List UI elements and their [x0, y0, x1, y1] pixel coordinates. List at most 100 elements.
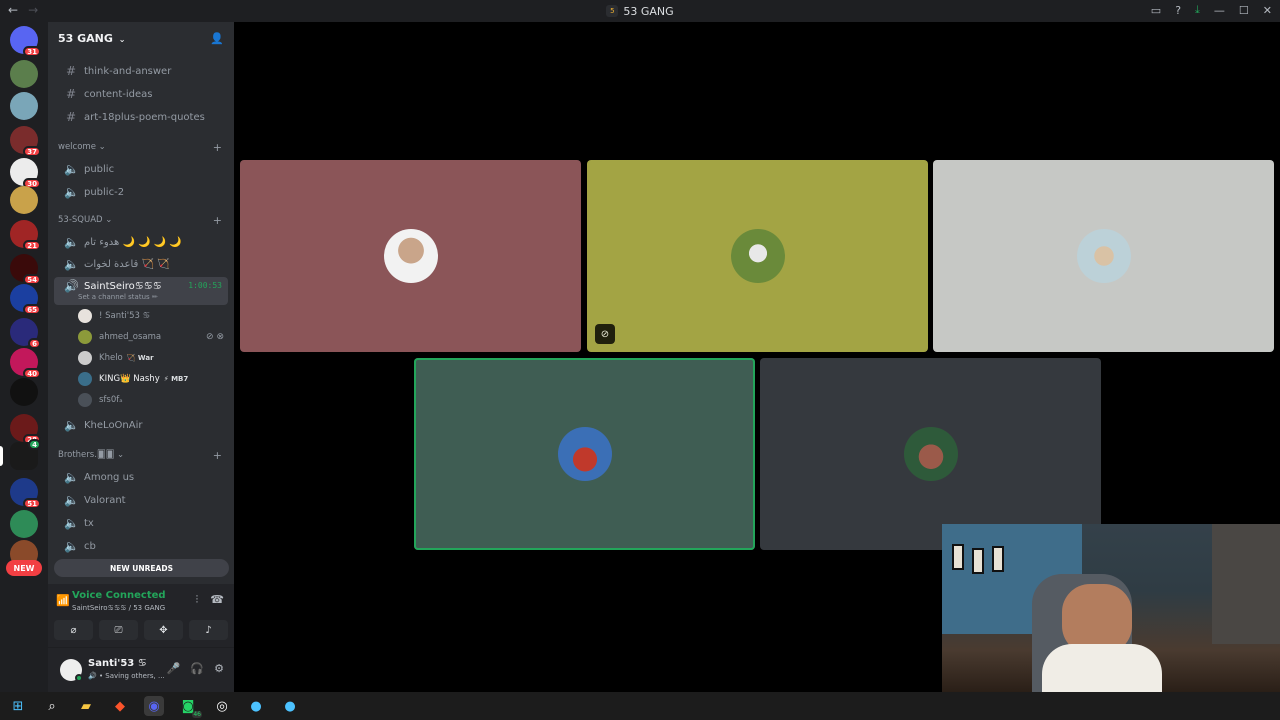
add-channel-icon[interactable]: + — [213, 141, 222, 154]
server-icon[interactable]: 65 — [10, 284, 41, 315]
close-icon[interactable]: ✕ — [1263, 4, 1272, 17]
channel-status[interactable]: Set a channel status ✏ — [64, 293, 224, 301]
inbox-icon[interactable]: ▭ — [1151, 4, 1161, 17]
channel-think-and-answer[interactable]: # think-and-answer — [54, 60, 228, 82]
discord-taskbar-icon[interactable]: ◉ — [144, 696, 164, 716]
channel-cb[interactable]: 🔈 cb — [54, 535, 228, 557]
settings-gear-icon[interactable]: ⚙ — [214, 662, 224, 675]
muted-deafened-icon: ⊘ ⊗ — [206, 331, 224, 342]
invite-people-icon[interactable]: 👤 — [210, 32, 224, 45]
user-name[interactable]: Santi'53 ♋ — [88, 658, 147, 669]
app-icon[interactable]: ● — [246, 696, 266, 716]
server-icon[interactable] — [10, 378, 38, 406]
server-name: 53 GANG — [58, 31, 113, 45]
file-explorer-icon[interactable]: ▰ — [76, 696, 96, 716]
channel-valorant[interactable]: 🔈 Valorant — [54, 489, 228, 511]
voice-user[interactable]: KING👑 Nashy ⚡ MB7 — [48, 368, 234, 389]
activities-button[interactable]: ✥ — [144, 620, 183, 640]
voice-user[interactable]: Khelo 🏹 War — [48, 347, 234, 368]
forward-arrow-icon[interactable]: → — [28, 3, 38, 17]
help-icon[interactable]: ? — [1175, 4, 1181, 17]
streamer-shirt — [1042, 644, 1162, 692]
search-icon[interactable]: ⌕ — [42, 696, 62, 716]
channel-among-us[interactable]: 🔈 Among us — [54, 466, 228, 488]
server-icon[interactable]: 37 — [10, 126, 41, 157]
participant-tile[interactable] — [933, 160, 1274, 352]
soundboard-button[interactable]: ♪ — [189, 620, 228, 640]
user-status: 🔊 • Saving others, ... — [88, 672, 165, 680]
channel-kheloonair[interactable]: 🔈 KheLoOnAir — [54, 414, 228, 436]
voice-buttons: ⌀ ⎚ ✥ ♪ — [54, 620, 228, 640]
participant-tile[interactable]: ⊘ — [587, 160, 928, 352]
server-icon[interactable]: 54 — [10, 254, 41, 285]
disconnect-icon[interactable]: ☎ — [210, 593, 224, 607]
server-icon[interactable] — [10, 510, 38, 538]
server-icon[interactable] — [10, 92, 38, 120]
minimize-icon[interactable]: — — [1214, 4, 1225, 17]
server-icon[interactable]: 40 — [10, 348, 41, 379]
voice-user[interactable]: ahmed_osama ⊘ ⊗ — [48, 326, 234, 347]
noise-suppression-icon[interactable]: ⫶ — [196, 593, 199, 607]
avatar — [383, 229, 438, 283]
microphone-icon[interactable]: 🎤 — [167, 662, 181, 675]
obs-icon[interactable]: ◎ — [212, 696, 232, 716]
add-channel-icon[interactable]: + — [213, 214, 222, 227]
add-channel-icon[interactable]: + — [213, 449, 222, 462]
category-welcome[interactable]: welcome ⌄ + — [48, 136, 234, 158]
maximize-icon[interactable]: ☐ — [1239, 4, 1249, 17]
channel-public[interactable]: 🔈 public — [54, 158, 228, 180]
category-brothers[interactable]: Brothers.🂠🂠 ⌄ + — [48, 444, 234, 466]
server-icon[interactable]: 28 — [10, 414, 41, 445]
back-arrow-icon[interactable]: ← — [8, 3, 18, 17]
participant-tile[interactable] — [240, 160, 581, 352]
avatar — [78, 371, 92, 386]
participant-tile[interactable] — [760, 358, 1101, 550]
server-icon[interactable]: 21 — [10, 220, 41, 251]
speaker-icon: 🔈 — [64, 470, 79, 484]
new-pill[interactable]: NEW — [6, 560, 42, 576]
speaker-icon: 🔈 — [64, 516, 79, 530]
voice-user[interactable]: ! Santi'53 ♋ — [48, 305, 234, 326]
server-header[interactable]: 53 GANG ⌄ 👤 — [48, 22, 234, 54]
window-controls: ▭ ? ⤓ — ☐ ✕ — [1151, 3, 1272, 17]
app-icon[interactable]: ● — [280, 696, 300, 716]
whatsapp-count: 46 — [192, 711, 202, 718]
channel-public-2[interactable]: 🔈 public-2 — [54, 181, 228, 203]
download-icon[interactable]: ⤓ — [1195, 3, 1200, 17]
channel-tx[interactable]: 🔈 tx — [54, 512, 228, 534]
server-rail: 31 37 30 21 54 65 6 40 28 4 51 NEW — [0, 22, 48, 692]
signal-icon[interactable]: 📶 — [56, 594, 70, 607]
avatar — [730, 229, 785, 283]
channel-art[interactable]: # art-18plus-poem-quotes — [54, 106, 228, 128]
new-unreads-button[interactable]: NEW UNREADS — [54, 559, 229, 577]
camera-off-button[interactable]: ⌀ — [54, 620, 93, 640]
avatar — [78, 392, 92, 407]
voice-user[interactable]: sfs0fₐ — [48, 389, 234, 410]
headphones-icon[interactable]: 🎧 — [190, 662, 204, 675]
participant-tile-speaking[interactable] — [414, 358, 755, 550]
voice-actions: ⫶ ☎ — [196, 593, 224, 607]
server-icon[interactable] — [10, 186, 38, 214]
voice-connected-label[interactable]: Voice Connected — [72, 590, 166, 601]
server-icon[interactable]: 30 — [10, 158, 41, 189]
category-53-squad[interactable]: 53-SQUAD ⌄ + — [48, 209, 234, 231]
active-voice-channel[interactable]: 🔊 SaintSeiro♋♋♋ 1:00:53 Set a channel sta… — [54, 277, 228, 305]
server-logo-icon: 5 — [606, 5, 619, 17]
channel-brothers-rule[interactable]: 🔈 قاعدة لخوات 🏹 🏹 — [54, 253, 228, 275]
brave-browser-icon[interactable]: ◆ — [110, 696, 130, 716]
voice-channel-path[interactable]: SaintSeiro♋♋♋ / 53 GANG — [72, 604, 165, 612]
home-icon[interactable]: 31 — [10, 26, 41, 57]
server-icon[interactable]: 6 — [10, 318, 41, 349]
avatar — [78, 329, 92, 344]
streamer-webcam-overlay — [942, 524, 1280, 692]
server-icon[interactable] — [10, 60, 38, 88]
whatsapp-icon[interactable]: ◙ 46 — [178, 696, 202, 718]
server-icon[interactable]: 51 — [10, 478, 41, 509]
windows-start-icon[interactable]: ⊞ — [8, 696, 28, 716]
screen-share-button[interactable]: ⎚ — [99, 620, 138, 640]
channel-calm[interactable]: 🔈 هدوء تام 🌙 🌙 🌙 🌙 — [54, 231, 228, 253]
voice-connected-panel: 📶 Voice Connected SaintSeiro♋♋♋ / 53 GAN… — [48, 584, 234, 648]
channel-content-ideas[interactable]: # content-ideas — [54, 83, 228, 105]
nav-buttons: ← → — [8, 3, 38, 17]
server-53-gang-icon[interactable]: 4 — [10, 439, 41, 470]
